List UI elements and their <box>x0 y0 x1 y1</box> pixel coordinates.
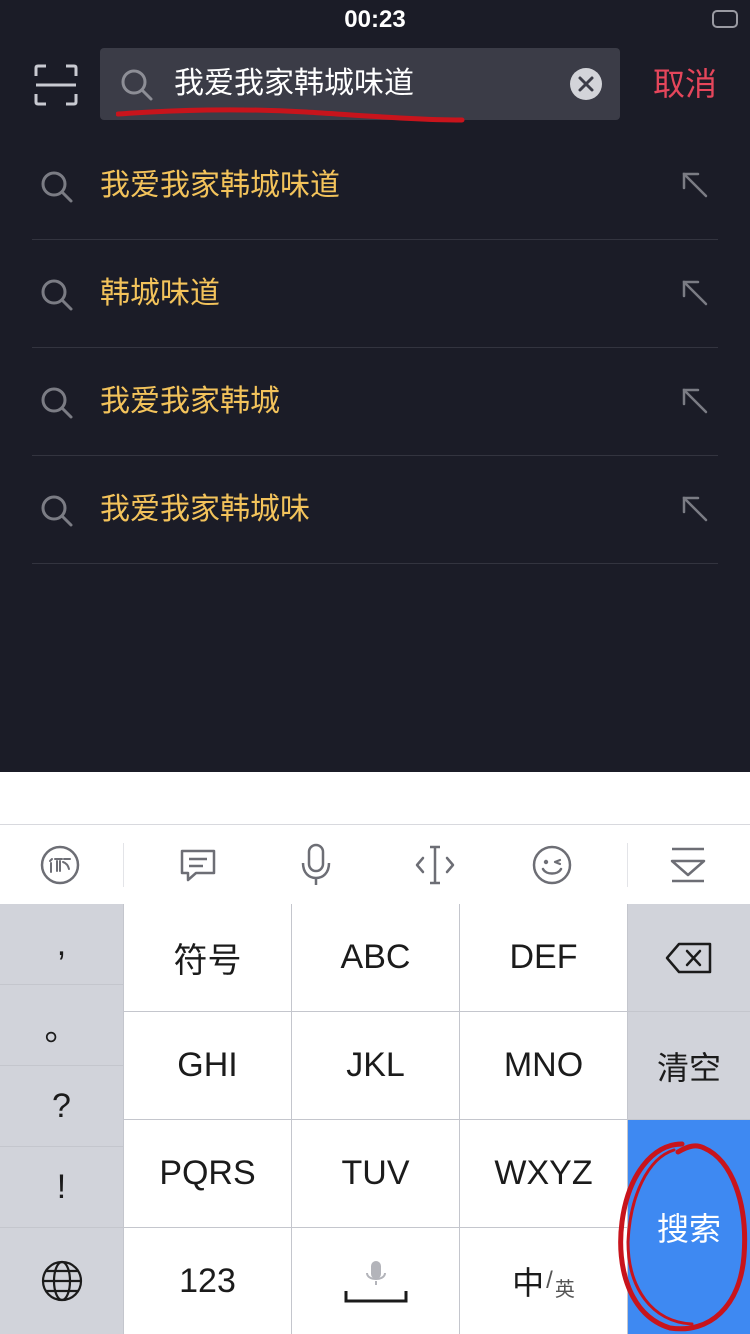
emoji-button[interactable] <box>522 835 582 895</box>
hide-keyboard-button[interactable] <box>658 835 718 895</box>
globe-key[interactable] <box>0 1228 123 1334</box>
key-pqrs[interactable]: PQRS <box>124 1120 291 1227</box>
battery-icon <box>712 10 738 28</box>
ime-logo-icon <box>40 845 80 885</box>
search-icon <box>41 171 73 203</box>
suggestion-text: 我爱我家韩城 <box>100 384 280 419</box>
fill-arrow-icon[interactable] <box>680 386 710 416</box>
key-abc[interactable]: ABC <box>292 904 459 1011</box>
suggestion-item[interactable]: 我爱我家韩城味 <box>0 456 750 564</box>
divider <box>32 563 718 564</box>
search-icon <box>41 495 73 527</box>
language-switch-key[interactable]: 中 / 英 <box>460 1228 627 1334</box>
keyboard: , 。 ? ! 符号 ABC DEF GHI JKL MNO 清空 PQRS T… <box>0 772 750 1334</box>
cancel-button[interactable]: 取消 <box>640 48 730 120</box>
scan-icon <box>34 64 78 106</box>
emoji-icon <box>532 845 572 885</box>
key-jkl[interactable]: JKL <box>292 1012 459 1119</box>
fill-arrow-icon[interactable] <box>680 170 710 200</box>
suggestion-item[interactable]: 韩城味道 <box>0 240 750 348</box>
space-key[interactable] <box>292 1228 459 1334</box>
suggestion-text: 韩城味道 <box>100 276 220 311</box>
scan-button[interactable] <box>34 64 78 106</box>
lang-slash: / <box>546 1267 553 1294</box>
search-box[interactable]: 我爱我家韩城味道 <box>100 48 620 120</box>
search-icon <box>41 279 73 311</box>
search-key[interactable]: 搜索 <box>628 1120 750 1334</box>
search-icon <box>120 68 154 102</box>
collapse-keyboard-icon <box>670 847 706 883</box>
toolbar-separator <box>123 843 124 887</box>
suggestion-item[interactable]: 我爱我家韩城 <box>0 348 750 456</box>
candidate-bar <box>0 772 750 824</box>
key-ghi[interactable]: GHI <box>124 1012 291 1119</box>
search-input[interactable]: 我爱我家韩城味道 <box>174 48 414 120</box>
clear-key[interactable]: 清空 <box>628 1012 750 1119</box>
lang-alt-label: 英 <box>554 1278 575 1301</box>
keyboard-toolbar <box>0 824 750 904</box>
clear-search-button[interactable] <box>570 68 602 100</box>
key-mno[interactable]: MNO <box>460 1012 627 1119</box>
suggestion-item[interactable]: 我爱我家韩城味道 <box>0 132 750 240</box>
ime-logo-button[interactable] <box>30 835 90 895</box>
key-question[interactable]: ? <box>0 1066 123 1146</box>
chat-bubble-icon <box>180 849 216 882</box>
keyboard-keys: , 。 ? ! 符号 ABC DEF GHI JKL MNO 清空 PQRS T… <box>0 904 750 1334</box>
key-comma[interactable]: , <box>0 904 123 984</box>
key-exclamation[interactable]: ! <box>0 1147 123 1227</box>
key-def[interactable]: DEF <box>460 904 627 1011</box>
globe-icon <box>41 1260 82 1302</box>
voice-input-button[interactable] <box>286 835 346 895</box>
status-time: 00:23 <box>344 6 406 33</box>
fill-arrow-icon[interactable] <box>680 494 710 524</box>
number-key[interactable]: 123 <box>124 1228 291 1334</box>
toolbar-separator <box>627 843 628 887</box>
search-icon <box>41 387 73 419</box>
suggestion-text: 我爱我家韩城味 <box>100 492 310 527</box>
cursor-icon <box>415 845 455 885</box>
status-bar: 00:23 <box>0 0 750 40</box>
key-wxyz[interactable]: WXYZ <box>460 1120 627 1227</box>
microphone-icon <box>301 843 331 885</box>
lang-main-label: 中 <box>512 1265 545 1301</box>
message-button[interactable] <box>168 835 228 895</box>
suggestion-list: 我爱我家韩城味道 韩城味道 我爱我家韩城 我爱我家韩城味 <box>0 132 750 564</box>
backspace-icon <box>665 942 712 973</box>
space-mic-icon <box>344 1261 407 1303</box>
close-icon <box>578 76 594 92</box>
fill-arrow-icon[interactable] <box>680 278 710 308</box>
suggestion-text: 我爱我家韩城味道 <box>100 168 340 203</box>
key-period[interactable]: 。 <box>0 985 123 1065</box>
backspace-key[interactable] <box>628 904 750 1011</box>
cursor-move-button[interactable] <box>405 835 465 895</box>
key-symbols[interactable]: 符号 <box>124 904 291 1011</box>
key-tuv[interactable]: TUV <box>292 1120 459 1227</box>
